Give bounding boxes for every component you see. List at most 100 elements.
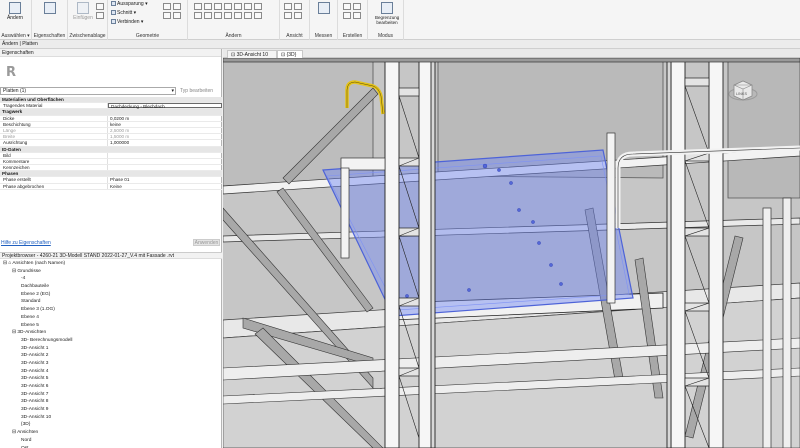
viewcube[interactable]: LINKS [728, 76, 758, 108]
view-tabs: ⊡ 3D-Ansicht 10 ⊡ {3D} [223, 49, 800, 58]
tree-item[interactable]: 3D-Ansicht 2 [0, 352, 222, 360]
project-browser-title: Projektbrowser - 4260-21 3D-Modell STAND… [0, 252, 222, 259]
property-label: Kennzeichen [0, 165, 108, 171]
property-label: Länge [0, 127, 108, 134]
revit-logo: R [6, 65, 17, 80]
cut-icon[interactable] [96, 3, 104, 10]
tree-item[interactable]: Ebene 2 (EG) [0, 291, 222, 299]
properties-help-link[interactable]: Hilfe zu Eigenschaften [1, 240, 51, 246]
align-icon[interactable] [194, 3, 202, 10]
lightbulb-icon[interactable] [284, 12, 292, 19]
edit-boundary-button[interactable]: Begrenzung bearbeiten [375, 1, 399, 29]
3d-viewport[interactable]: LINKS [223, 58, 800, 448]
tree-item[interactable]: Ebene 5 [0, 322, 222, 330]
tree-item[interactable]: Dachbauteile [0, 283, 222, 291]
tree-item[interactable]: -4 [0, 275, 222, 283]
property-value[interactable]: Keine [108, 184, 222, 189]
view-tools [284, 3, 302, 19]
geometry-tool-icon[interactable] [163, 12, 171, 19]
measure-button[interactable] [313, 1, 335, 29]
tree-item[interactable]: 3D-Ansicht 7 [0, 391, 222, 399]
ribbon-group-mode: Begrenzung bearbeiten Modus [368, 0, 404, 40]
tree-item[interactable]: ⊟ ⌂ Ansichten (nach Namen) [0, 260, 222, 268]
tree-item[interactable]: Ebene 3 (1.OG) [0, 306, 222, 314]
ribbon-group-create: Erstellen [338, 0, 368, 40]
create-assembly-icon[interactable] [343, 12, 351, 19]
ribbon-group-geometry: Aussparung ▾ Schnitt ▾ Verbinden ▾ Geome… [108, 0, 188, 40]
property-row: Phase abgebrochen Keine [0, 183, 222, 190]
override-icon[interactable] [294, 3, 302, 10]
tree-item[interactable]: Nord [0, 437, 222, 445]
cut-geometry-button[interactable]: Schnitt ▾ [111, 10, 136, 17]
tree-item[interactable]: ⊟ Ansichten [0, 429, 222, 437]
geometry-tool-icon[interactable] [173, 3, 181, 10]
ribbon: Ändern Auswählen ▾ Eigenschaften Einfüge… [0, 0, 800, 40]
tree-item[interactable]: ⊟ Grundrisse [0, 268, 222, 276]
type-selector[interactable]: Platten (1) ▾ [0, 87, 176, 95]
trim-icon[interactable] [194, 12, 202, 19]
copy-icon[interactable] [96, 12, 104, 19]
property-value[interactable] [108, 165, 222, 170]
tab-3d[interactable]: ⊡ {3D} [277, 50, 303, 58]
tab-3d-ansicht-10[interactable]: ⊡ 3D-Ansicht 10 [227, 50, 277, 58]
cutout-button[interactable]: Aussparung ▾ [111, 1, 148, 8]
3d-model-drawing [223, 58, 800, 448]
property-value[interactable]: keine [108, 122, 222, 127]
pin-icon[interactable] [234, 12, 242, 19]
tree-item[interactable]: 3D-Ansicht 4 [0, 368, 222, 376]
paste-button[interactable]: Einfügen [72, 1, 94, 29]
tree-item[interactable]: {3D} [0, 421, 222, 429]
property-value[interactable]: Phase 01 [108, 177, 222, 182]
mirror-draw-icon[interactable] [224, 3, 232, 10]
unpin-icon[interactable] [244, 12, 252, 19]
tree-item[interactable]: 3D-Ansicht 1 [0, 345, 222, 353]
create-part-icon[interactable] [343, 3, 351, 10]
paste-icon [77, 2, 89, 14]
property-value[interactable]: 2,5000 m [108, 128, 222, 133]
modify-button[interactable]: Ändern [4, 1, 26, 29]
context-breadcrumb: Ändern | Platten [0, 40, 800, 49]
hide-icon[interactable] [284, 3, 292, 10]
geometry-tools [163, 3, 181, 19]
delete-icon[interactable] [254, 12, 262, 19]
tree-item[interactable]: 3D-Ansicht 3 [0, 360, 222, 368]
geometry-tool-icon[interactable] [173, 12, 181, 19]
tree-item[interactable]: 3D-Ansicht 9 [0, 406, 222, 414]
tree-item[interactable]: ⊟ 3D-Ansichten [0, 329, 222, 337]
join-button[interactable]: Verbinden ▾ [111, 19, 143, 26]
tree-item[interactable]: Ost [0, 445, 222, 448]
properties-button[interactable] [39, 1, 61, 29]
property-value[interactable] [108, 153, 222, 158]
tree-item[interactable]: 3D-Ansicht 8 [0, 398, 222, 406]
tree-item[interactable]: 3D- Berechnungsmodell [0, 337, 222, 345]
rotate-icon[interactable] [254, 3, 262, 10]
property-label: Breite [0, 134, 108, 140]
property-value[interactable]: 1,5000 m [108, 134, 222, 139]
ribbon-group-view: Ansicht [280, 0, 310, 40]
tree-item[interactable]: Standard [0, 298, 222, 306]
property-value[interactable] [108, 159, 222, 164]
tree-item[interactable]: Ebene 4 [0, 314, 222, 322]
apply-button[interactable]: Anwenden [193, 239, 220, 246]
tree-item[interactable]: 3D-Ansicht 5 [0, 375, 222, 383]
tree-item[interactable]: 3D-Ansicht 6 [0, 383, 222, 391]
create-similar-icon[interactable] [353, 12, 361, 19]
split-icon[interactable] [204, 12, 212, 19]
edit-type-button[interactable]: Typ bearbeiten [180, 87, 220, 95]
copy-element-icon[interactable] [244, 3, 252, 10]
geometry-tool-icon[interactable] [163, 3, 171, 10]
scale-icon[interactable] [224, 12, 232, 19]
tree-item[interactable]: 3D-Ansicht 10 [0, 414, 222, 422]
mirror-axis-icon[interactable] [214, 3, 222, 10]
property-value[interactable]: Dachdeckung - Blechdach [108, 103, 222, 109]
clipboard-tools [96, 3, 104, 19]
create-group-icon[interactable] [353, 3, 361, 10]
offset-icon[interactable] [204, 3, 212, 10]
paint-icon[interactable] [294, 12, 302, 19]
property-value[interactable]: 1,000000 [108, 140, 222, 145]
array-icon[interactable] [214, 12, 222, 19]
ribbon-group-properties: Eigenschaften [32, 0, 68, 40]
select-dropdown[interactable]: Auswählen ▾ [0, 33, 31, 39]
property-value[interactable]: 0,0200 m [108, 116, 222, 121]
move-icon[interactable] [234, 3, 242, 10]
